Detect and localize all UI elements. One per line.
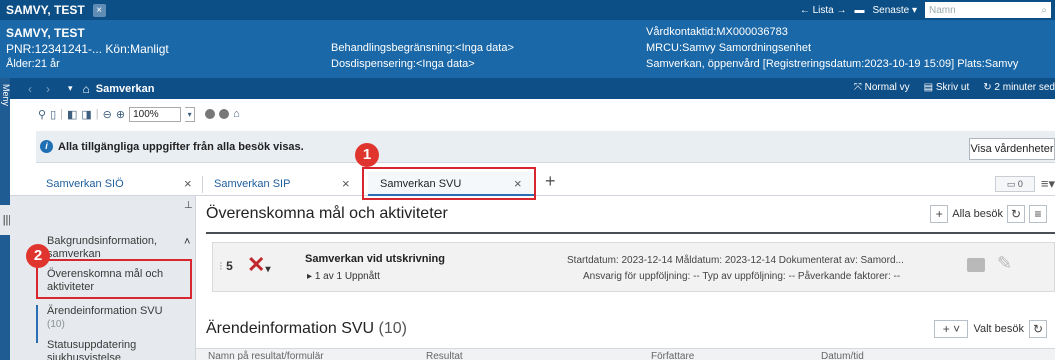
inbox-badge[interactable]: ▭ 0 <box>994 176 1035 192</box>
close-icon[interactable]: × <box>92 3 106 17</box>
column-header[interactable]: Resultat <box>426 351 463 360</box>
card-title: Samverkan vid utskrivning <box>305 253 445 265</box>
info-text: Alla tillgängliga uppgifter från alla be… <box>58 140 304 153</box>
patient-header: SAMVY, TEST PNR:12341241-... Kön:Manligt… <box>0 20 1055 78</box>
samverkan-info: Samverkan, öppenvård [Registreringsdatum… <box>646 58 1019 70</box>
senaste-dropdown[interactable]: Senaste ▾ <box>873 5 918 16</box>
page-icon[interactable]: ▯ <box>50 108 56 121</box>
close-icon[interactable]: × <box>184 172 192 196</box>
card-number: ⁝ 5 <box>219 259 233 273</box>
column-header[interactable]: Namn på resultat/formulär <box>208 351 324 360</box>
section-divider <box>206 232 1055 234</box>
close-icon[interactable]: × <box>342 172 350 196</box>
sidebar-item-bakgrundsinformation[interactable]: Bakgrundsinformation, samverkan <box>47 235 195 261</box>
column-header[interactable]: Datum/tid <box>821 351 864 360</box>
section1-tools: + Alla besök ↻ ≡ <box>930 205 1047 223</box>
annotation-box-sidebar <box>36 259 192 299</box>
card-meta-followup: Ansvarig för uppföljning: -- Typ av uppf… <box>583 271 901 282</box>
column-header[interactable]: Författare <box>651 351 694 360</box>
activity-card[interactable]: ⁝ 5 ✕▾ Samverkan vid utskrivning ▸ 1 av … <box>212 242 1055 292</box>
alla-besok-label[interactable]: Alla besök <box>952 208 1003 220</box>
info-bar: i Alla tillgängliga uppgifter från alla … <box>36 131 1055 163</box>
refresh-icon[interactable]: ↻ <box>1007 205 1025 223</box>
title-bar-right: ← Lista → ▬ Senaste ▾ Namn ⌕ <box>800 2 1051 18</box>
add-icon[interactable]: + <box>930 205 949 223</box>
printer-icon: ▤ <box>923 82 936 93</box>
patient-name: SAMVY, TEST <box>6 26 85 40</box>
folder-icon: ▬ <box>854 4 865 16</box>
menu-icon[interactable]: ≡▾ <box>1041 176 1055 192</box>
patient-tab-name[interactable]: SAMVY, TEST <box>0 3 85 17</box>
dosdispensering: Dosdispensering:<Inga data> <box>331 58 475 70</box>
zoom-dropdown-icon[interactable]: ▾ <box>185 106 196 122</box>
refresh-icon: ↻ <box>983 82 995 93</box>
zoom-out-icon[interactable]: ⊖ <box>103 108 112 121</box>
patient-pnr: PNR:12341241-... Kön:Manligt <box>6 42 169 56</box>
section-title-overenskomna: Överenskomna mål och aktiviteter <box>206 205 448 222</box>
zoom-select[interactable]: 100% <box>129 106 182 122</box>
annotation-number: 2 <box>26 244 50 268</box>
normal-vy-button[interactable]: ⤧ Normal vy <box>854 82 910 93</box>
table-header: Namn på resultat/formulär Resultat Förfa… <box>196 348 1055 360</box>
lista-button[interactable]: ← Lista → <box>800 5 847 16</box>
annotation-number: 1 <box>355 143 379 167</box>
mrcu: MRCU:Samvy Samordningsenhet <box>646 42 812 54</box>
refresh-button[interactable]: ↻ 2 minuter sed <box>983 82 1055 93</box>
card-subtitle[interactable]: ▸ 1 av 1 Uppnått <box>307 271 380 282</box>
stop-icon[interactable] <box>219 109 230 119</box>
search-placeholder: Namn <box>929 4 956 16</box>
search-icon[interactable]: ⌕ <box>1041 5 1047 16</box>
separator: | <box>60 108 63 120</box>
name-search-input[interactable]: Namn ⌕ <box>925 2 1051 18</box>
info-icon: i <box>40 140 53 153</box>
sidebar-item-statusuppdatering[interactable]: Statusuppdatering sjukhusvistelse <box>47 339 195 360</box>
expand-icon: ⤧ <box>853 82 865 93</box>
expand-arrow-icon: ▸ <box>307 271 315 282</box>
last-page-icon[interactable]: ◨ <box>81 108 91 121</box>
first-page-icon[interactable]: ◧ <box>67 108 77 121</box>
add-tab-icon[interactable]: + <box>545 171 556 192</box>
nav-bar: ‹› ▾ ⌂ Samverkan ⤧ Normal vy ▤ Skriv ut … <box>10 78 1055 99</box>
behandlingsbegransning: Behandlingsbegränsning:<Inga data> <box>331 42 514 54</box>
binoculars-icon[interactable]: ⚲ <box>38 108 46 121</box>
status-x-icon[interactable]: ✕▾ <box>247 252 270 278</box>
vardkontakt-id: Vårdkontaktid:MX000036783 <box>646 26 788 38</box>
active-indicator <box>36 305 38 343</box>
tab-samverkan-sio[interactable]: Samverkan SIÖ × <box>20 172 200 196</box>
nav-right: ⤧ Normal vy ▤ Skriv ut ↻ 2 minuter sed <box>854 82 1055 93</box>
nav-back-forward-icon[interactable]: ‹› <box>28 82 64 96</box>
tab-bar-right: ▭ 0 ≡▾ <box>994 176 1055 192</box>
pin-icon[interactable]: ⊥ <box>184 200 193 211</box>
title-bar: SAMVY, TEST × ← Lista → ▬ Senaste ▾ Namn… <box>0 0 1055 20</box>
section-title-arendeinformation: Ärendeinformation SVU (10) <box>206 320 407 337</box>
card-meta-dates: Startdatum: 2023-12-14 Måldatum: 2023-12… <box>567 255 904 266</box>
menu-icon[interactable]: ≡ <box>1029 205 1047 223</box>
record-icon[interactable] <box>205 109 216 119</box>
comment-icon[interactable] <box>967 258 985 272</box>
home-icon[interactable]: ⌂ <box>83 82 90 96</box>
add-icon[interactable]: + ˅ <box>934 320 969 338</box>
chevron-up-icon[interactable]: ˄ <box>184 236 190 248</box>
document-toolbar: ⚲ ▯ | ◧ ◨ | ⊖ ⊕ 100% ▾ ⌂ <box>10 99 1055 129</box>
nav-dropdown-icon[interactable]: ▾ <box>68 83 73 94</box>
print-button[interactable]: ▤ Skriv ut <box>924 82 970 93</box>
separator: | <box>95 108 99 120</box>
section2-tools: + ˅ Valt besök ↻ <box>934 320 1047 338</box>
patient-age: Ålder:21 år <box>6 58 60 70</box>
tab-samverkan-sip[interactable]: Samverkan SIP × <box>206 172 366 196</box>
refresh-icon[interactable]: ↻ <box>1029 320 1047 338</box>
edit-pencil-icon[interactable]: ✎ <box>997 253 1012 274</box>
annotation-box-tab <box>362 167 536 200</box>
export-icon[interactable]: ⌂ <box>233 108 240 120</box>
nav-title: Samverkan <box>95 82 155 95</box>
sidebar-item-arendeinformation[interactable]: Ärendeinformation SVU (10) <box>47 305 195 331</box>
zoom-in-icon[interactable]: ⊕ <box>116 108 125 121</box>
tab-divider <box>202 176 203 193</box>
visa-vardenheter-button[interactable]: Visa vårdenheter <box>969 138 1055 160</box>
valt-besok-label[interactable]: Valt besök <box>973 323 1024 335</box>
